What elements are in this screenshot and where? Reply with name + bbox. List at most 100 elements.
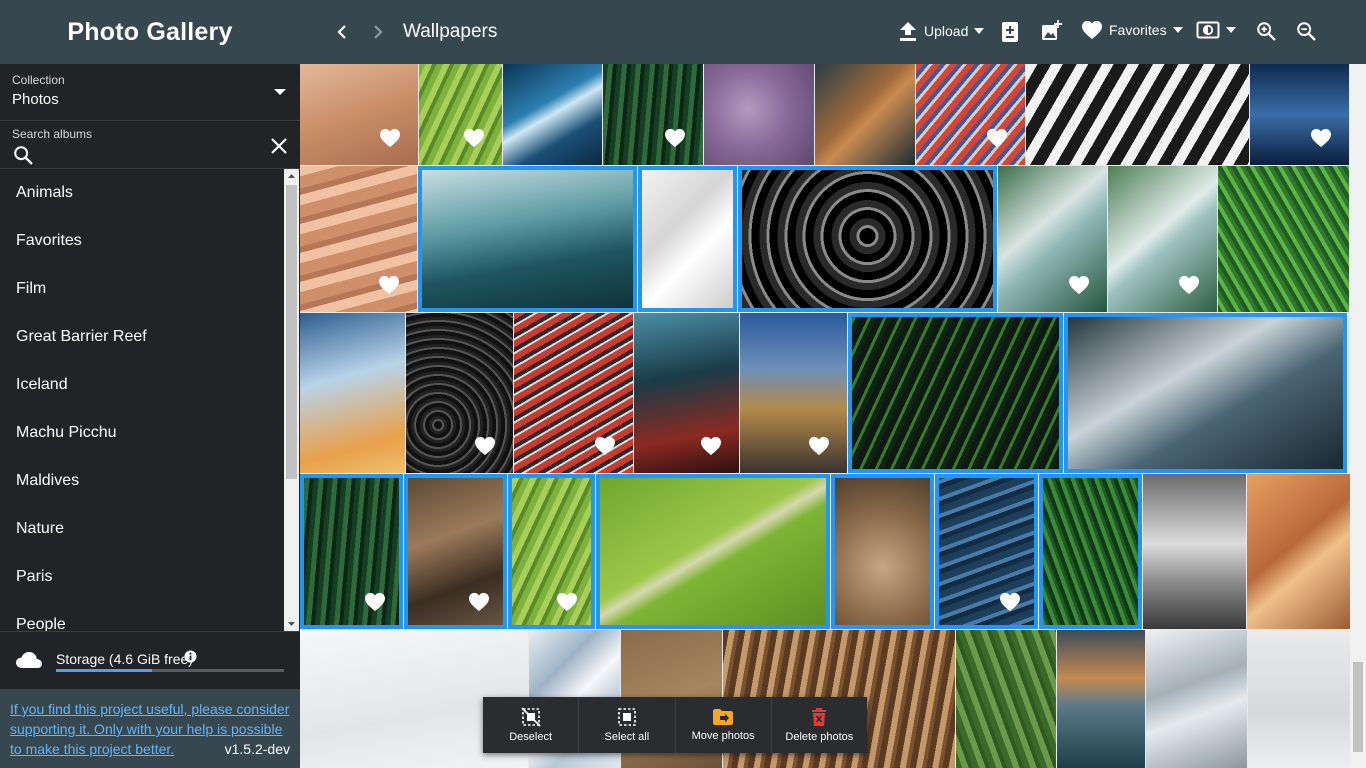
select-all-button[interactable]: Select all — [579, 697, 676, 753]
photo-thumbnail[interactable] — [503, 64, 602, 165]
favorite-heart-icon[interactable] — [664, 128, 686, 148]
album-item-people[interactable]: People — [0, 601, 284, 631]
zoom-in-button[interactable] — [1255, 20, 1277, 42]
photo-thumbnail[interactable] — [1143, 474, 1246, 629]
back-arrow-icon[interactable] — [332, 22, 352, 42]
favorite-heart-icon[interactable] — [474, 436, 496, 456]
album-list: Animals Favorites Film Great Barrier Ree… — [0, 169, 284, 631]
photo-thumbnail[interactable] — [1057, 630, 1145, 768]
gallery-scrollbar-thumb[interactable] — [1353, 662, 1363, 752]
photo-thumbnail[interactable] — [1248, 630, 1350, 768]
album-item-machu-picchu[interactable]: Machu Picchu — [0, 409, 284, 457]
photo-thumbnail[interactable] — [1039, 474, 1142, 629]
photo-thumbnail[interactable] — [738, 166, 997, 312]
photo-thumbnail[interactable] — [603, 64, 703, 165]
album-item-favorites[interactable]: Favorites — [0, 217, 284, 265]
photo-thumbnail[interactable] — [300, 474, 403, 629]
photo-thumbnail[interactable] — [508, 474, 595, 629]
favorites-filter-button[interactable]: Favorites — [1081, 20, 1183, 40]
favorite-heart-icon[interactable] — [700, 436, 722, 456]
album-item-maldives[interactable]: Maldives — [0, 457, 284, 505]
scroll-down-icon[interactable] — [284, 616, 299, 631]
favorite-heart-icon[interactable] — [1310, 128, 1332, 148]
top-toolbar: Wallpapers Upload Favorites — [300, 0, 1366, 64]
album-item-great-barrier-reef[interactable]: Great Barrier Reef — [0, 313, 284, 361]
photo-thumbnail[interactable] — [956, 630, 1056, 768]
folder-move-icon — [713, 709, 734, 725]
photo-thumbnail[interactable] — [1218, 166, 1349, 312]
selection-action-bar: Deselect Select all Move photos Delete p… — [483, 697, 867, 753]
album-item-film[interactable]: Film — [0, 265, 284, 313]
photo-thumbnail[interactable] — [1250, 64, 1349, 165]
photo-thumbnail[interactable] — [1064, 313, 1347, 473]
photo-thumbnail[interactable] — [514, 313, 633, 473]
album-item-animals[interactable]: Animals — [0, 169, 284, 217]
favorite-heart-icon[interactable] — [463, 128, 485, 148]
info-icon[interactable] — [184, 650, 197, 663]
photo-thumbnail[interactable] — [831, 474, 934, 629]
zoom-out-button[interactable] — [1295, 20, 1317, 42]
scrollbar-thumb[interactable] — [286, 185, 297, 479]
deselect-button[interactable]: Deselect — [483, 697, 580, 753]
photo-thumbnail[interactable] — [848, 313, 1063, 473]
photo-thumbnail[interactable] — [1108, 166, 1217, 312]
photo-thumbnail[interactable] — [704, 64, 814, 165]
add-to-album-button[interactable] — [1000, 20, 1022, 44]
album-list-scrollbar[interactable] — [284, 169, 299, 631]
photo-thumbnail[interactable] — [596, 474, 830, 629]
move-photos-label: Move photos — [691, 730, 755, 742]
photo-thumbnail[interactable] — [916, 64, 1025, 165]
photo-thumbnail[interactable] — [404, 474, 507, 629]
favorite-heart-icon[interactable] — [379, 128, 401, 148]
photo-thumbnail[interactable] — [300, 166, 417, 312]
deselect-icon — [520, 707, 541, 727]
photo-thumbnail[interactable] — [1247, 474, 1350, 629]
photo-thumbnail[interactable] — [998, 166, 1107, 312]
forward-arrow-icon[interactable] — [368, 22, 388, 42]
photo-thumbnail[interactable] — [935, 474, 1038, 629]
display-mode-button[interactable] — [1196, 20, 1236, 40]
photo-thumbnail[interactable] — [638, 166, 737, 312]
app-window: Photo Gallery Collection Photos Search a… — [0, 0, 1366, 768]
favorite-heart-icon[interactable] — [594, 436, 616, 456]
upload-button[interactable]: Upload — [898, 20, 985, 42]
photo-thumbnail[interactable] — [740, 313, 847, 473]
photo-thumbnail[interactable] — [1146, 630, 1247, 768]
gallery-scrollbar[interactable] — [1350, 64, 1366, 768]
photo-thumbnail[interactable] — [1026, 64, 1249, 165]
favorite-heart-icon[interactable] — [556, 592, 578, 612]
favorites-caret-icon — [1172, 27, 1183, 33]
album-item-paris[interactable]: Paris — [0, 553, 284, 601]
favorite-heart-icon[interactable] — [364, 592, 386, 612]
photo-thumbnail[interactable] — [300, 313, 405, 473]
search-input[interactable] — [40, 143, 260, 163]
scroll-up-icon[interactable] — [284, 169, 299, 184]
search-label: Search albums — [12, 127, 93, 141]
sidebar: Photo Gallery Collection Photos Search a… — [0, 0, 300, 768]
collection-value: Photos — [12, 91, 59, 108]
album-item-iceland[interactable]: Iceland — [0, 361, 284, 409]
collection-select[interactable]: Collection Photos — [0, 64, 300, 121]
storage-progress-fill — [56, 669, 152, 672]
photo-thumbnail[interactable] — [300, 64, 418, 165]
add-photo-button[interactable] — [1040, 20, 1062, 42]
favorite-heart-icon[interactable] — [986, 128, 1008, 148]
photo-thumbnail[interactable] — [406, 313, 513, 473]
favorite-heart-icon[interactable] — [1068, 275, 1090, 295]
photo-thumbnail[interactable] — [634, 313, 739, 473]
favorite-heart-icon[interactable] — [378, 275, 400, 295]
photo-thumbnail[interactable] — [815, 64, 915, 165]
photo-thumbnail[interactable] — [419, 64, 502, 165]
delete-photos-button[interactable]: Delete photos — [772, 697, 867, 753]
clear-search-icon[interactable] — [270, 137, 288, 155]
move-photos-button[interactable]: Move photos — [676, 697, 772, 753]
favorites-label: Favorites — [1109, 22, 1167, 38]
cloud-icon — [16, 652, 42, 668]
photo-thumbnail[interactable] — [418, 166, 637, 312]
favorite-heart-icon[interactable] — [468, 592, 490, 612]
favorite-heart-icon[interactable] — [808, 436, 830, 456]
album-item-nature[interactable]: Nature — [0, 505, 284, 553]
select-all-icon — [618, 708, 636, 726]
favorite-heart-icon[interactable] — [1178, 275, 1200, 295]
favorite-heart-icon[interactable] — [999, 592, 1021, 612]
